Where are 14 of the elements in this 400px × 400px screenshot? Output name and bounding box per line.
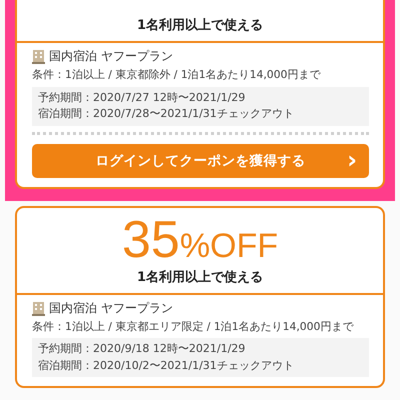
period-text: 予約期間：2020/9/18 12時〜2021/1/29 [38,341,246,358]
period-text: 予約期間：2020/7/27 12時〜2021/1/29 [38,90,246,106]
discount: 35%OFF [122,214,278,266]
usage-condition: 1名利用以上で使える [136,268,264,286]
plan-name: 国内宿泊 ヤフープラン [49,300,173,317]
conditions-text: 条件：1泊以上 / 東京都除外 / 1泊1名あたり14,000円まで [32,68,322,83]
building-icon [32,49,45,64]
building-icon [32,300,45,316]
plan-name: 国内宿泊 ヤフープラン [49,48,173,65]
period-text: 宿泊期間：2020/10/2〜2021/1/31チェックアウト [38,358,295,374]
period-text: 宿泊期間：2020/7/28〜2021/1/31チェックアウト [38,106,295,122]
usage-condition: 1名利用以上で使える [136,17,264,34]
conditions-text: 条件：1泊以上 / 東京都エリア限定 / 1泊1名あたり14,000円まで [32,320,355,334]
login-coupon-button[interactable]: ログインしてクーポンを獲得する › [32,144,369,178]
